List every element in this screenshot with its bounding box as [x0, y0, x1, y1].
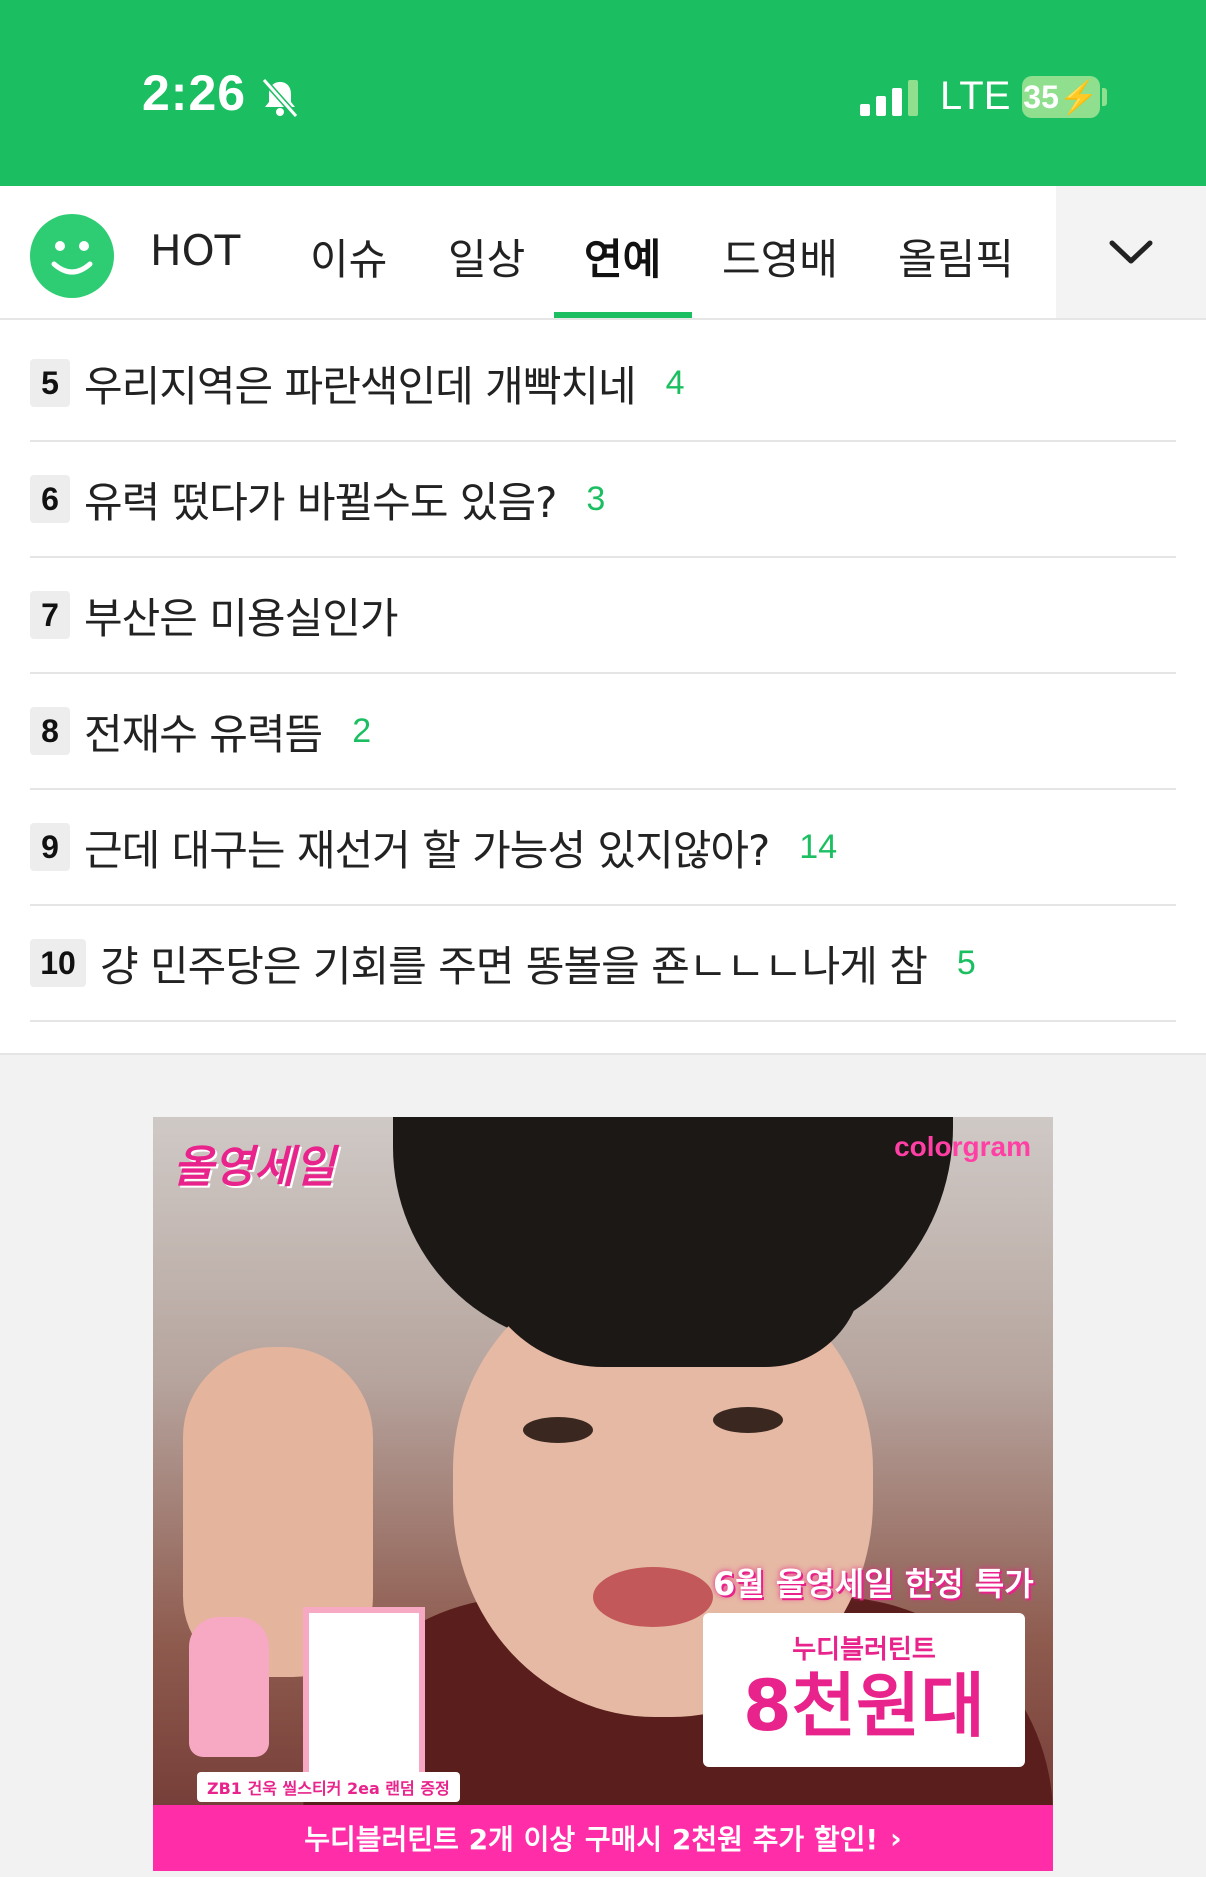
- bell-muted-icon: [258, 76, 302, 124]
- category-tabbar: HOT 이슈 일상 연예 드영배 올림픽: [0, 186, 1206, 320]
- ad-price: 8천원대: [743, 1665, 985, 1747]
- chevron-right-icon: ›: [890, 1821, 902, 1855]
- network-type: LTE: [940, 74, 1011, 118]
- rank-badge: 8: [30, 707, 70, 755]
- battery-level: 35: [1023, 78, 1059, 115]
- ad-product-name: 누디블러틴트: [792, 1635, 936, 1665]
- smiley-logo-icon[interactable]: [30, 214, 114, 298]
- post-title[interactable]: 근데 대구는 재선거 할 가능성 있지않아?: [84, 817, 770, 878]
- list-item[interactable]: 5 우리지역은 파란색인데 개빡치네 4: [30, 326, 1176, 442]
- list-item[interactable]: 7 부산은 미용실인가: [30, 558, 1176, 674]
- rank-badge: 9: [30, 823, 70, 871]
- post-title[interactable]: 우리지역은 파란색인데 개빡치네: [84, 353, 637, 414]
- signal-icon: [858, 78, 922, 122]
- ad-price-box: 누디블러틴트 8천원대: [703, 1613, 1025, 1767]
- comment-count: 5: [956, 943, 976, 982]
- ranking-list: 5 우리지역은 파란색인데 개빡치네 4 6 유력 떴다가 바뀔수도 있음? 3…: [30, 326, 1176, 1022]
- ad-photo-eye: [713, 1407, 783, 1433]
- photo-card-image: [303, 1607, 425, 1779]
- ad-promo-text: 6월 올영세일 한정 특가: [713, 1565, 1034, 1603]
- comment-count: 4: [665, 363, 685, 402]
- rank-badge: 6: [30, 475, 70, 523]
- gift-label: ZB1 건욱 씰스티커 2ea 랜덤 증정: [197, 1772, 460, 1802]
- ad-cta-text: 누디블러틴트 2개 이상 구매시 2천원 추가 할인!: [304, 1823, 879, 1856]
- tab-issue[interactable]: 이슈: [310, 226, 387, 287]
- tab-drama-movie[interactable]: 드영배: [722, 226, 838, 287]
- banner-ad[interactable]: 올영세일 colorgram ZB1 건욱 씰스티커 2ea 랜덤 증정 6월 …: [153, 1117, 1053, 1871]
- charging-icon: ⚡: [1058, 79, 1099, 115]
- active-tab-indicator: [554, 312, 692, 318]
- status-bar: 2:26 LTE 35 ⚡: [0, 0, 1206, 186]
- ad-photo-lips: [593, 1567, 713, 1627]
- list-item[interactable]: 9 근데 대구는 재선거 할 가능성 있지않아? 14: [30, 790, 1176, 906]
- battery-cap: [1102, 88, 1107, 106]
- tab-olympics[interactable]: 올림픽: [898, 226, 1014, 287]
- rank-badge: 10: [30, 939, 86, 987]
- list-item[interactable]: 6 유력 떴다가 바뀔수도 있음? 3: [30, 442, 1176, 558]
- ad-cta-bar[interactable]: 누디블러틴트 2개 이상 구매시 2천원 추가 할인! ›: [153, 1805, 1053, 1871]
- chevron-down-icon: [1109, 240, 1153, 264]
- comment-count: 3: [586, 479, 606, 518]
- list-item[interactable]: 10 걍 민주당은 기회를 주면 똥볼을 죤ㄴㄴㄴ나게 참 5: [30, 906, 1176, 1022]
- ad-brand-logo: colorgram: [894, 1131, 1031, 1162]
- list-item[interactable]: 8 전재수 유력뜸 2: [30, 674, 1176, 790]
- tab-hot[interactable]: HOT: [150, 226, 240, 275]
- comment-count: 2: [352, 711, 372, 750]
- post-title[interactable]: 부산은 미용실인가: [84, 585, 398, 646]
- post-title[interactable]: 전재수 유력뜸: [84, 701, 323, 762]
- tint-product-image: [189, 1617, 269, 1757]
- comment-count: 14: [799, 827, 838, 866]
- tab-entertainment[interactable]: 연예: [584, 226, 661, 287]
- ad-sale-logo: 올영세일: [173, 1142, 335, 1193]
- status-time: 2:26: [142, 65, 247, 121]
- rank-badge: 7: [30, 591, 70, 639]
- ad-section: 올영세일 colorgram ZB1 건욱 씰스티커 2ea 랜덤 증정 6월 …: [0, 1053, 1206, 1877]
- battery-indicator: 35 ⚡: [1022, 76, 1100, 118]
- rank-badge: 5: [30, 359, 70, 407]
- ad-photo-eye: [523, 1417, 593, 1443]
- tab-daily[interactable]: 일상: [448, 226, 525, 287]
- expand-tabs-button[interactable]: [1056, 186, 1206, 318]
- post-title[interactable]: 유력 떴다가 바뀔수도 있음?: [84, 469, 557, 530]
- post-title[interactable]: 걍 민주당은 기회를 주면 똥볼을 죤ㄴㄴㄴ나게 참: [100, 933, 928, 994]
